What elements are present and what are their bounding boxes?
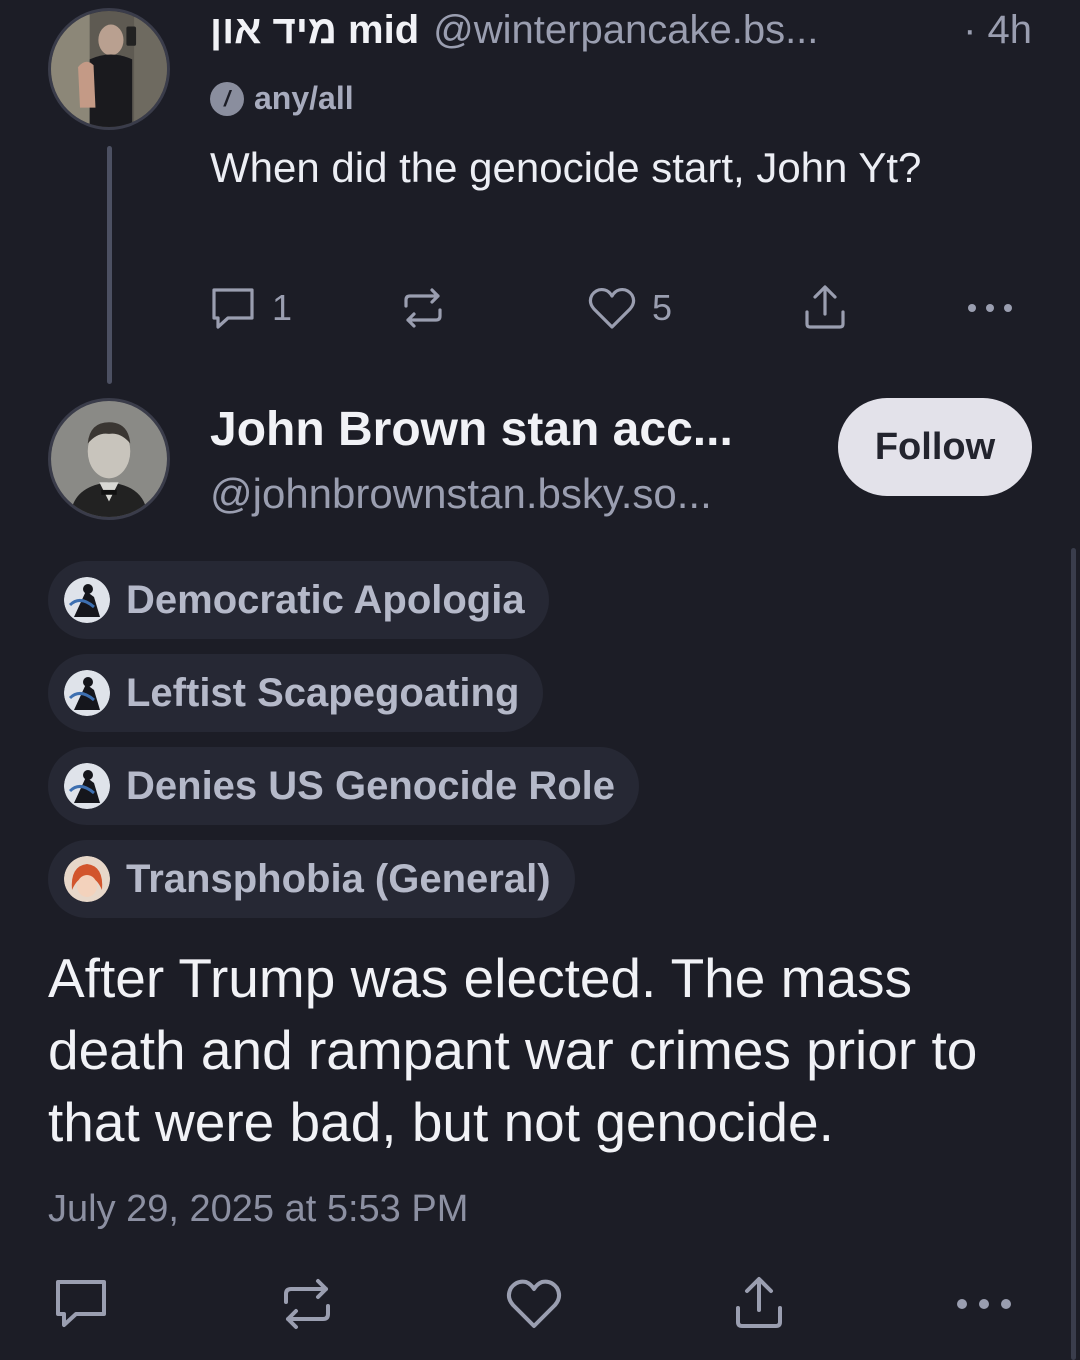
parent-repost-button[interactable]: [398, 284, 448, 332]
share-icon: [736, 1277, 782, 1328]
reply-icon: [56, 1280, 106, 1327]
label-text: Democratic Apologia: [126, 577, 525, 622]
parent-reply-button[interactable]: 1: [208, 284, 292, 332]
moderation-label-badge[interactable]: Leftist Scapegoating: [48, 654, 544, 732]
scrollbar[interactable]: [1071, 548, 1076, 1360]
main-like-button[interactable]: [504, 1276, 564, 1332]
main-post-text: After Trump was elected. The mass death …: [48, 947, 978, 1153]
share-icon: [805, 285, 845, 329]
parent-post-label[interactable]: / any/all: [210, 80, 354, 117]
like-icon: [506, 1279, 562, 1328]
parent-author-name[interactable]: מיד און mid: [210, 8, 419, 53]
parent-more-button[interactable]: [964, 290, 1016, 326]
main-share-button[interactable]: [730, 1274, 788, 1332]
labeler-avatar-icon: [64, 763, 110, 809]
more-icon: [968, 304, 1012, 312]
parent-author-handle[interactable]: @winterpancake.bs...: [433, 8, 963, 53]
parent-post-text: When did the genocide start, John Yt?: [210, 144, 922, 191]
thread-line: [107, 146, 112, 384]
parent-reply-count: 1: [272, 287, 293, 328]
main-reply-button[interactable]: [52, 1276, 110, 1332]
labeler-avatar-icon: [64, 577, 110, 623]
parent-like-count: 5: [652, 287, 673, 328]
parent-like-button[interactable]: 5: [586, 284, 672, 332]
label-icon: /: [210, 81, 244, 116]
parent-share-button[interactable]: [800, 282, 850, 332]
repost-icon: [284, 1279, 330, 1329]
label-text: Leftist Scapegoating: [126, 670, 520, 715]
main-repost-button[interactable]: [278, 1276, 336, 1332]
parent-post-header: מיד און mid @winterpancake.bs... · 4h: [210, 8, 1032, 64]
like-icon: [588, 287, 636, 329]
moderation-label-badge[interactable]: Denies US Genocide Role: [48, 747, 640, 825]
label-text: Denies US Genocide Role: [126, 763, 616, 808]
labeler-avatar-icon: [64, 856, 110, 902]
parent-post-time[interactable]: · 4h: [963, 8, 1032, 53]
main-more-button[interactable]: [952, 1284, 1016, 1324]
parent-author-avatar[interactable]: [48, 8, 170, 130]
main-post-date: July 29, 2025 at 5:53 PM: [48, 1188, 469, 1230]
main-author-handle[interactable]: @johnbrownstan.bsky.so...: [210, 470, 712, 518]
moderation-label-badge[interactable]: Democratic Apologia: [48, 561, 549, 639]
follow-button[interactable]: Follow: [838, 398, 1032, 496]
more-icon: [957, 1299, 1011, 1309]
main-author-name[interactable]: John Brown stan acc...: [210, 402, 733, 457]
labeler-avatar-icon: [64, 670, 110, 716]
repost-icon: [404, 288, 442, 328]
moderation-label-badge[interactable]: Transphobia (General): [48, 840, 575, 918]
parent-post-label-text: any/all: [254, 80, 354, 116]
reply-icon: [212, 288, 254, 329]
main-author-avatar[interactable]: [48, 398, 170, 520]
label-text: Transphobia (General): [126, 856, 551, 901]
